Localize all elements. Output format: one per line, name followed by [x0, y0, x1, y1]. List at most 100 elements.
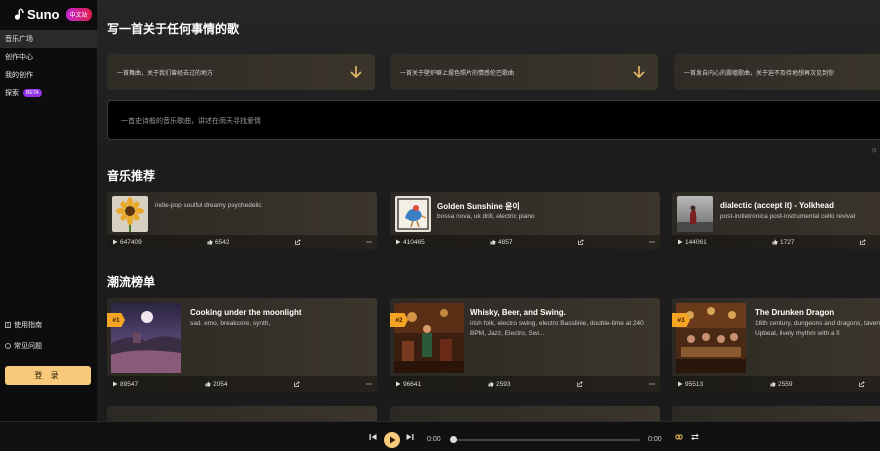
rank-badge: #2 [390, 313, 408, 327]
song-card[interactable]: indie-pop soulful dreamy psychedelic 647… [107, 192, 377, 249]
like-count[interactable]: 1727 [772, 239, 794, 246]
share-button[interactable] [578, 239, 584, 245]
trending-card[interactable]: #3 The Drunken Dragon 16th century, dung… [672, 298, 880, 392]
song-card[interactable]: dialectic (accept it) - Yolkhead post-in… [672, 192, 880, 249]
song-title[interactable]: Whisky, Beer, and Swing. [470, 308, 566, 317]
shuffle-icon[interactable] [690, 432, 700, 442]
loop-icon[interactable] [674, 432, 684, 442]
prompt-text: 一首关于壁炉噼上摆色照片的情感伦巴歌曲 [400, 70, 515, 77]
play-button[interactable] [384, 432, 400, 448]
song-tags: sad. emo, breakcore, synth, [190, 320, 271, 327]
play-count[interactable]: 647409 [112, 239, 142, 246]
share-icon [578, 239, 584, 245]
play-icon [678, 239, 683, 245]
guide-link[interactable]: 使用指南 [5, 320, 42, 330]
arrow-down-icon [633, 66, 645, 79]
trending-heading: 潮流榜单 [107, 275, 156, 289]
likes-text: 2054 [213, 380, 228, 388]
play-icon [390, 436, 396, 444]
song-title[interactable]: Cooking under the moonlight [190, 308, 302, 317]
trending-card[interactable]: #2 Whisky, Beer, and Swing. irish folk, … [390, 298, 660, 392]
play-icon [113, 381, 118, 387]
share-icon [295, 239, 301, 245]
rank-badge: #3 [672, 313, 690, 327]
song-card[interactable]: Golden Sunshine 윤이 bossa nova, uk drill,… [390, 192, 660, 249]
play-count[interactable]: 89547 [112, 381, 138, 388]
share-icon [577, 381, 583, 387]
sidebar-item-explore[interactable]: 探索 BETA [0, 84, 97, 102]
like-icon [772, 239, 778, 245]
likes-text: 1727 [780, 238, 795, 246]
song-stats-bar: 144061 1727 [672, 235, 880, 249]
trending-card[interactable] [107, 406, 377, 421]
play-count[interactable]: 95513 [677, 381, 703, 388]
like-icon [205, 381, 211, 387]
sidebar-item-my-creations[interactable]: 我的创作 [0, 66, 97, 84]
prompt-suggestion[interactable]: 一首发自内心的震嘘歌曲，关于迫不及待地想再次见到你 [674, 54, 880, 90]
play-count[interactable]: 144061 [677, 239, 707, 246]
sidebar-item-label: 探索 [5, 90, 19, 97]
prev-icon[interactable] [368, 432, 378, 442]
song-stats-bar: 95513 2559 [672, 376, 880, 392]
share-icon [859, 381, 865, 387]
plays-text: 96641 [403, 380, 422, 388]
sidebar-item-music-square[interactable]: 音乐广场 [0, 30, 97, 48]
trending-card[interactable] [390, 406, 660, 421]
like-count[interactable]: 2559 [770, 381, 792, 388]
song-prompt-input[interactable]: 一首史诗般的音乐歌曲，讲述在雨天寻找爱情 [107, 100, 880, 140]
song-stats-bar: 89547 2054 [107, 376, 377, 392]
faq-link[interactable]: 常见问题 [5, 341, 42, 351]
like-icon [490, 239, 496, 245]
suno-logo-icon [14, 7, 24, 20]
page-title: 写一首关于任何事情的歌 [107, 22, 240, 36]
more-button[interactable] [649, 381, 655, 387]
song-tags: irish folk, electro swing, electro Bassl… [470, 320, 644, 337]
song-tags: bossa nova, uk drill, electric piano [437, 213, 535, 220]
song-title[interactable]: dialectic (accept it) - Yolkhead [720, 201, 834, 210]
like-icon [770, 381, 776, 387]
trending-card[interactable] [672, 406, 880, 421]
prompt-suggestion[interactable]: 一首舞曲，关于我们曾经去过的地方 [107, 54, 375, 90]
trending-card[interactable]: #1 Cooking under the moonlight sad. emo,… [107, 298, 377, 392]
sidebar-item-label: 我的创作 [5, 72, 33, 79]
more-button[interactable] [366, 239, 372, 245]
play-count[interactable]: 410465 [395, 239, 425, 246]
progress-track[interactable] [452, 439, 640, 441]
share-button[interactable] [294, 381, 300, 387]
logo[interactable]: Suno 中文站 [12, 7, 92, 22]
sidebar-nav: 音乐广场 创作中心 我的创作 探索 BETA [0, 30, 97, 102]
play-icon [113, 239, 118, 245]
progress-knob[interactable] [450, 436, 457, 443]
more-button[interactable] [649, 239, 655, 245]
next-icon[interactable] [405, 432, 415, 442]
more-icon [366, 241, 372, 243]
share-button[interactable] [577, 381, 583, 387]
like-count[interactable]: 4857 [490, 239, 512, 246]
prompt-text: 一首发自内心的震嘘歌曲，关于迫不及待地想再次见到你 [684, 70, 835, 77]
song-title[interactable]: The Drunken Dragon [755, 308, 834, 317]
song-stats-bar: 96641 2593 [390, 376, 660, 392]
main-content: 写一首关于任何事情的歌 一首舞曲，关于我们曾经去过的地方 一首关于壁炉噼上摆色照… [97, 0, 880, 421]
plays-text: 144061 [685, 238, 707, 246]
share-button[interactable] [859, 381, 865, 387]
song-tags: post-indietronica post-instrumental cell… [720, 213, 856, 220]
play-count[interactable]: 96641 [395, 381, 421, 388]
guide-label: 使用指南 [14, 322, 42, 329]
like-count[interactable]: 2054 [205, 381, 227, 388]
likes-text: 4857 [498, 238, 513, 246]
login-button[interactable]: 登 录 [5, 366, 91, 385]
plays-text: 89547 [120, 380, 139, 388]
share-button[interactable] [860, 239, 866, 245]
faq-label: 常见问题 [14, 343, 42, 350]
prompt-suggestion[interactable]: 一首关于壁炉噼上摆色照片的情感伦巴歌曲 [390, 54, 658, 90]
more-icon [366, 383, 372, 385]
more-icon [649, 241, 655, 243]
like-count[interactable]: 2593 [488, 381, 510, 388]
play-icon [396, 381, 401, 387]
like-count[interactable]: 6542 [207, 239, 229, 246]
share-button[interactable] [295, 239, 301, 245]
song-title[interactable]: Golden Sunshine 윤이 [437, 201, 520, 212]
share-icon [294, 381, 300, 387]
sidebar-item-create[interactable]: 创作中心 [0, 48, 97, 66]
more-button[interactable] [366, 381, 372, 387]
